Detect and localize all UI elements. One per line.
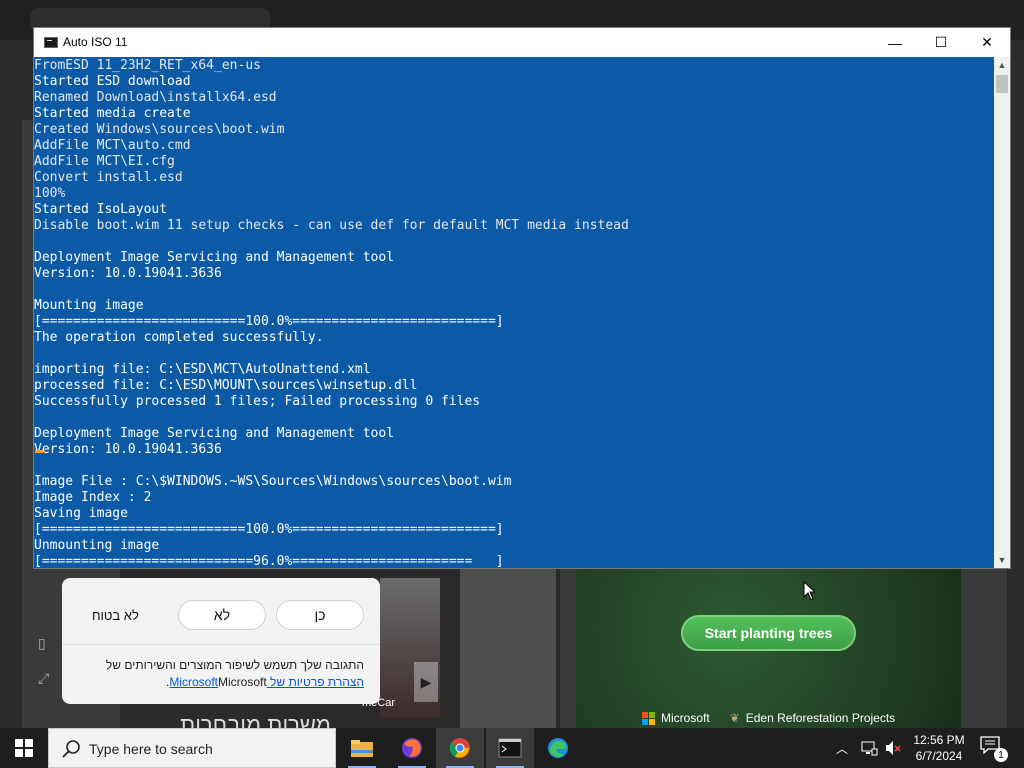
- console-line: [==========================100.0%=======…: [34, 522, 504, 537]
- edge-icon: [548, 738, 568, 758]
- search-icon: [62, 740, 80, 758]
- minimize-button[interactable]: —: [872, 28, 918, 57]
- console-line: Deployment Image Servicing and Managemen…: [34, 250, 395, 265]
- console-line: Version: 10.0.19041.3636: [34, 266, 222, 281]
- scroll-thumb[interactable]: [996, 75, 1008, 93]
- console-title-bar[interactable]: Auto ISO 11 — ☐ ✕: [34, 28, 1010, 57]
- console-line: Version: 10.0.19041.3636: [34, 442, 222, 457]
- console-line: Disable boot.wim 11 setup checks - can u…: [34, 218, 629, 233]
- console-line: Successfully processed 1 files; Failed p…: [34, 394, 481, 409]
- yes-button[interactable]: כן: [276, 600, 364, 630]
- eden-leaf-icon: ❦: [729, 711, 740, 725]
- volume-muted-icon[interactable]: [884, 739, 902, 757]
- microsoft-label: Microsoft: [661, 711, 710, 725]
- console-line: Image Index : 2: [34, 490, 152, 505]
- terminal-icon: [498, 738, 522, 758]
- expand-icon[interactable]: ⤢: [38, 670, 62, 687]
- console-line: FromESD 11_23H2_RET_x64_en-us: [34, 58, 261, 73]
- carousel-next-button[interactable]: ▶: [414, 662, 438, 702]
- console-line: Started IsoLayout: [34, 202, 168, 217]
- privacy-link[interactable]: הצהרת פרטיות של Microsoft: [169, 675, 364, 689]
- taskbar: Type here to search ︿ 12:56 PM 6/7/2024 …: [0, 728, 1024, 768]
- console-line: The operation completed successfully.: [34, 330, 324, 345]
- show-hidden-icons-chevron-icon[interactable]: ︿: [836, 740, 848, 757]
- console-line: Saving image: [34, 506, 128, 521]
- chrome-button[interactable]: [436, 728, 484, 768]
- notification-badge: 1: [994, 748, 1008, 762]
- search-placeholder: Type here to search: [89, 741, 213, 757]
- divider: [62, 644, 380, 645]
- console-line: AddFile MCT\EI.cfg: [34, 154, 175, 169]
- windows-logo-icon: [15, 739, 33, 757]
- console-lines: FromESD 11_23H2_RET_x64_en-us Started ESD…: [34, 58, 629, 568]
- firefox-icon: [402, 738, 422, 758]
- console-line: 100%: [34, 186, 66, 201]
- console-line: AddFile MCT\auto.cmd: [34, 138, 191, 153]
- console-line: [===========================96.0%=======…: [34, 554, 504, 568]
- scroll-up-arrow-icon[interactable]: ▲: [994, 57, 1010, 73]
- console-line: Created Windows\sources\boot.wim: [34, 122, 285, 137]
- eden-label: Eden Reforestation Projects: [745, 711, 896, 725]
- console-window: Auto ISO 11 — ☐ ✕ FromESD 11_23H2_RET_x6…: [33, 27, 1011, 569]
- no-button[interactable]: לא: [178, 600, 266, 630]
- console-line: Image File : C:\$WINDOWS.~WS\Sources\Win…: [34, 474, 512, 489]
- mouse-pointer-icon: [803, 581, 817, 601]
- phone-icon[interactable]: ▯: [38, 635, 62, 652]
- edge-button[interactable]: [534, 728, 582, 768]
- console-line: Unmounting image: [34, 538, 160, 553]
- console-line: Started ESD download: [34, 74, 191, 89]
- action-center-button[interactable]: 1: [980, 736, 1008, 762]
- not-sure-option[interactable]: לא בטוח: [92, 608, 139, 623]
- console-line: Mounting image: [34, 298, 144, 313]
- start-button[interactable]: [0, 728, 48, 768]
- console-line: Renamed Download\installx64.esd: [34, 90, 277, 105]
- vertical-scrollbar[interactable]: ▲ ▼: [994, 57, 1010, 568]
- file-explorer-icon: [351, 740, 373, 757]
- feedback-popup: לא בטוח לא כן התגובה שלך תשמש לשיפור המו…: [62, 578, 380, 704]
- text-cursor: [35, 450, 43, 453]
- console-line: importing file: C:\ESD\MCT\AutoUnattend.…: [34, 362, 371, 377]
- chrome-icon: [449, 738, 470, 758]
- console-app-icon: [44, 37, 58, 48]
- feedback-disclaimer-line2: הצהרת פרטיות של MicrosoftMicrosoft.: [166, 675, 364, 689]
- file-explorer-button[interactable]: [338, 728, 386, 768]
- sponsor-line: Microsoft ❦ Eden Reforestation Projects: [642, 709, 932, 727]
- close-button[interactable]: ✕: [964, 28, 1010, 57]
- microsoft-logo-icon: [642, 711, 655, 725]
- clock-time: 12:56 PM: [913, 733, 965, 747]
- firefox-button[interactable]: [388, 728, 436, 768]
- scroll-down-arrow-icon[interactable]: ▼: [994, 552, 1010, 568]
- clock[interactable]: 12:56 PM 6/7/2024: [908, 732, 970, 764]
- window-title: Auto ISO 11: [63, 35, 128, 49]
- clock-date: 6/7/2024: [915, 749, 963, 763]
- start-planting-trees-button[interactable]: Start planting trees: [681, 615, 856, 651]
- console-line: [==========================100.0%=======…: [34, 314, 504, 329]
- console-line: Deployment Image Servicing and Managemen…: [34, 426, 395, 441]
- feedback-disclaimer: התגובה שלך תשמש לשיפור המוצרים והשירותים…: [105, 658, 364, 672]
- taskbar-search-box[interactable]: Type here to search: [48, 728, 336, 768]
- gray-card: [460, 568, 556, 728]
- page-right-column: [961, 568, 1007, 728]
- console-output[interactable]: FromESD 11_23H2_RET_x64_en-us Started ESD…: [34, 57, 994, 568]
- terminal-button[interactable]: [486, 728, 534, 768]
- maximize-button[interactable]: ☐: [918, 28, 964, 57]
- console-line: Convert install.esd: [34, 170, 183, 185]
- console-line: processed file: C:\ESD\MOUNT\sources\win…: [34, 378, 418, 393]
- network-icon[interactable]: [860, 739, 878, 757]
- side-icons: ▯ ⤢: [38, 635, 62, 695]
- console-line: Started media create: [34, 106, 191, 121]
